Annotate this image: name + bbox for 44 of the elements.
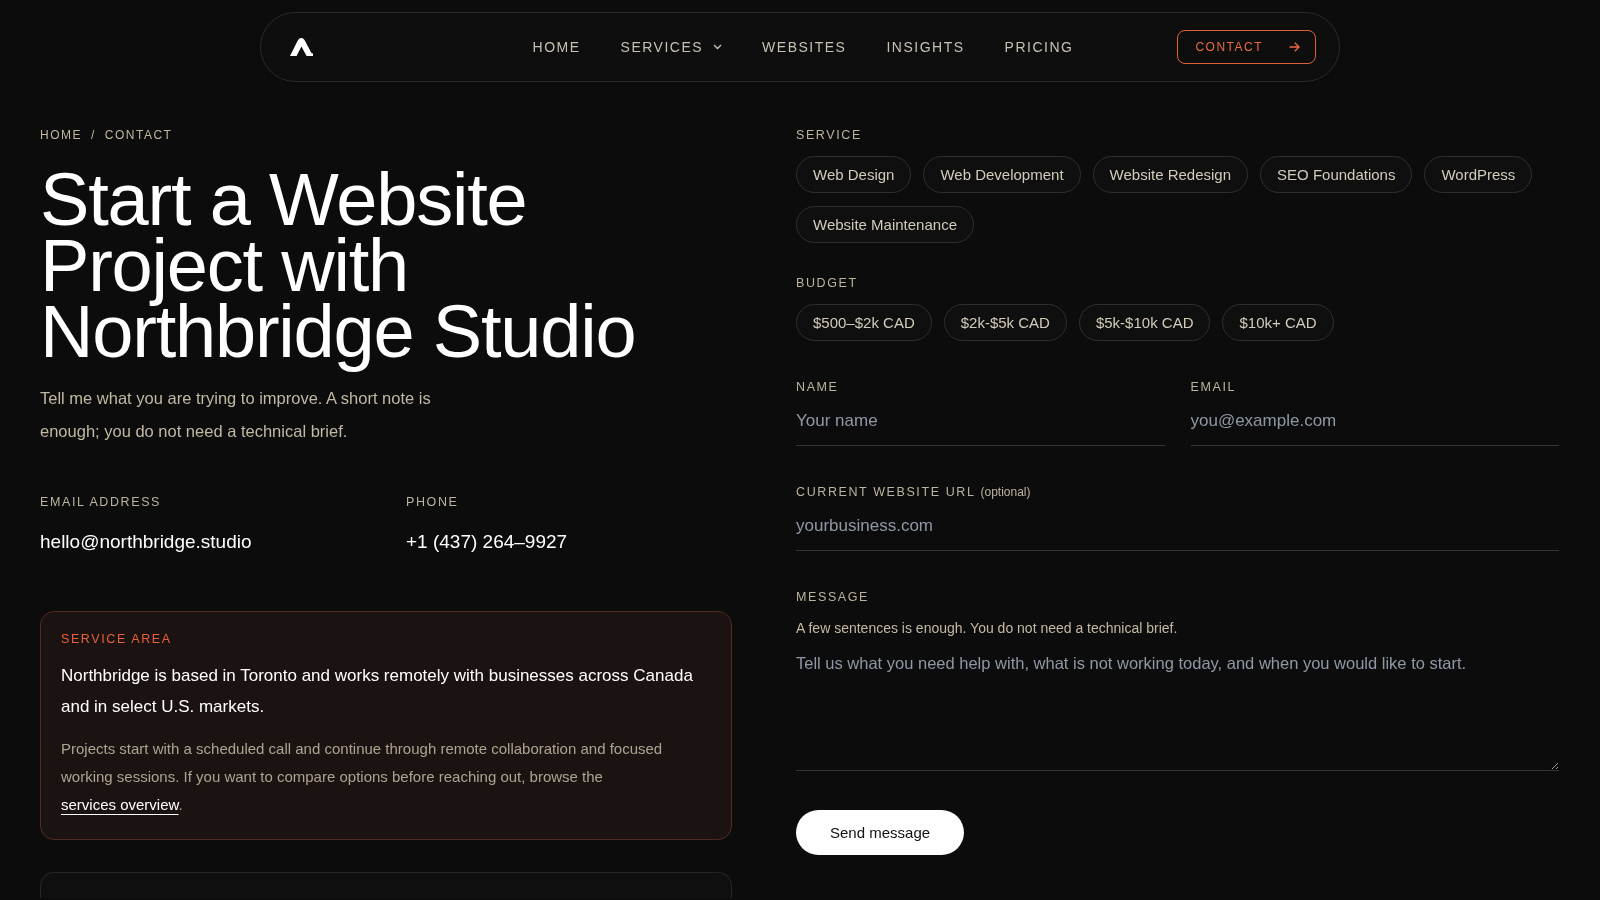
- option-chip[interactable]: SEO Foundations: [1260, 156, 1413, 193]
- message-field[interactable]: Tell us what you need help with, what is not working today, and when you would like to start.: [796, 638, 1559, 771]
- option-chip[interactable]: Web Development: [923, 156, 1081, 193]
- breadcrumb-current: CONTACT: [104, 127, 173, 143]
- send-message-button[interactable]: Send message: [796, 810, 965, 855]
- field-label: MESSAGE: [796, 589, 870, 605]
- field-label: EMAIL: [1190, 379, 1236, 395]
- option-chip[interactable]: $500–$2k CAD: [796, 304, 932, 341]
- contact-button[interactable]: CONTACT: [1177, 30, 1316, 64]
- option-chip[interactable]: WordPress: [1424, 156, 1533, 193]
- field-hint: A few sentences is enough. You do not need a technical brief.: [796, 619, 1179, 638]
- nav-link[interactable]: PRICING: [1004, 35, 1074, 59]
- option-chip[interactable]: Website Redesign: [1092, 156, 1249, 193]
- option-chip[interactable]: $10k+ CAD: [1222, 304, 1334, 341]
- nav-link[interactable]: WEBSITES: [762, 35, 847, 59]
- field-label: NAME: [796, 379, 839, 395]
- breadcrumb-separator: /: [91, 127, 96, 143]
- option-chip[interactable]: Website Maintenance: [796, 206, 974, 243]
- nav-link[interactable]: HOME: [532, 35, 581, 59]
- option-chip[interactable]: Web Design: [796, 156, 912, 193]
- card-lead-text: Northbridge is based in Toronto and works remotely with businesses across Canada and in select U.S. markets.: [61, 665, 694, 718]
- optional-note: (optional): [980, 484, 1031, 500]
- card-label: SERVICE AREA: [61, 631, 173, 647]
- input-field[interactable]: you@example.com: [1190, 395, 1559, 446]
- logo-icon: [290, 38, 313, 56]
- breadcrumb-link[interactable]: HOME: [40, 127, 82, 143]
- input-field[interactable]: Your name: [796, 395, 1165, 446]
- contact-value: +1 (437) 264–9927: [406, 530, 568, 554]
- card-body-text: Projects start with a scheduled call and continue through remote collaboration and focused working sessions. If you want to compare options before reaching out, browse the services overview.: [61, 739, 664, 815]
- arrow-right-icon: [1289, 42, 1300, 52]
- page-heading: Start a Website Project with Northbridge Studio: [40, 157, 637, 375]
- input-field[interactable]: yourbusiness.com: [796, 500, 1559, 551]
- services-overview-link[interactable]: services overview: [61, 796, 179, 813]
- intro-text: Tell me what you are trying to improve. A short note is enough; you do not need a technical brief.: [40, 388, 432, 442]
- nav-link[interactable]: INSIGHTS: [886, 35, 965, 59]
- group-label: SERVICE: [796, 127, 863, 143]
- nav-link[interactable]: SERVICES: [620, 35, 723, 59]
- contact-label: PHONE: [406, 494, 460, 510]
- contact-label: EMAIL ADDRESS: [40, 494, 163, 510]
- option-chip[interactable]: $2k-$5k CAD: [943, 304, 1067, 341]
- field-label: CURRENT WEBSITE URL: [796, 484, 976, 500]
- option-chip[interactable]: $5k-$10k CAD: [1078, 304, 1211, 341]
- group-label: BUDGET: [796, 275, 859, 291]
- contact-value: hello@northbridge.studio: [40, 530, 252, 554]
